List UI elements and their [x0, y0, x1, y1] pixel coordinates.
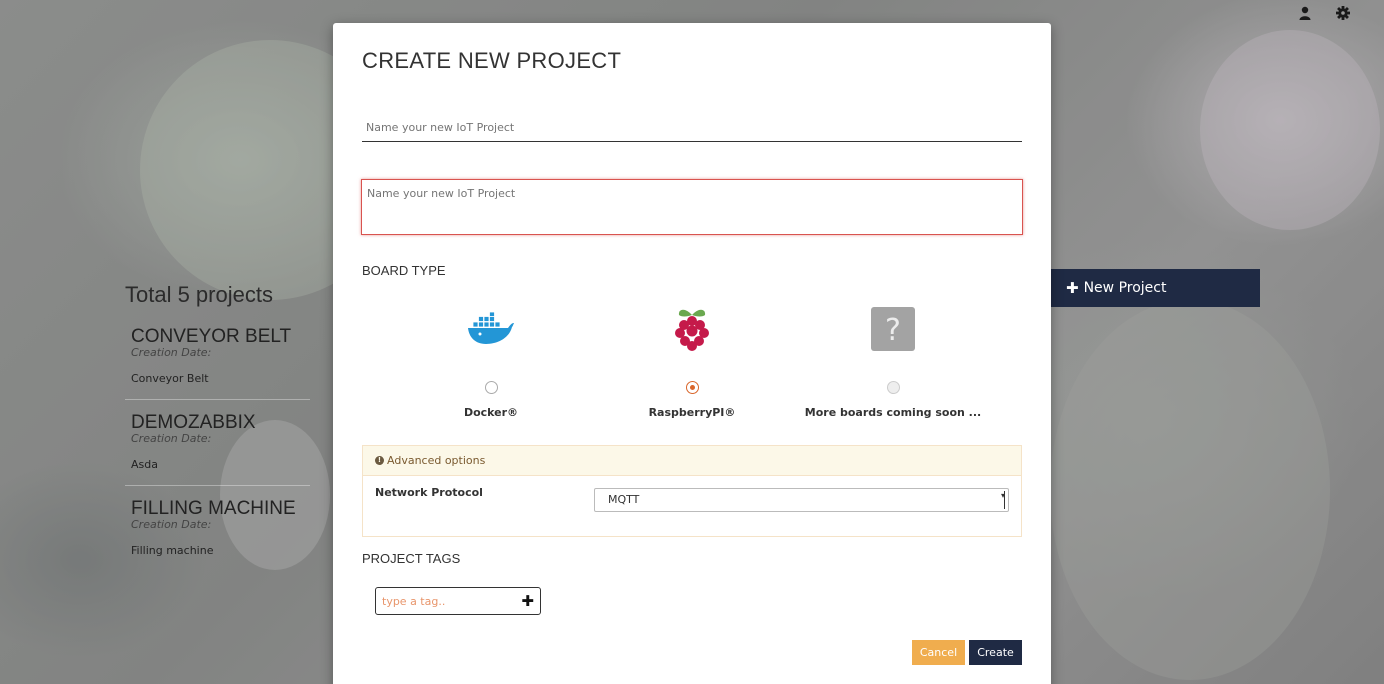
gear-icon[interactable] [1335, 5, 1351, 21]
total-projects: Total 5 projects [125, 282, 273, 307]
project-item[interactable]: DEMOZABBIX Creation Date: Asda [125, 412, 310, 486]
tag-input[interactable]: type a tag.. ✚ [375, 587, 541, 615]
project-description: Conveyor Belt [131, 372, 209, 385]
advanced-options-header[interactable]: ! Advanced options [363, 446, 1021, 476]
new-project-label: New Project [1083, 280, 1167, 296]
question-icon: ? [793, 304, 993, 354]
advanced-options-panel: ! Advanced options Network Protocol MQTT… [362, 445, 1022, 537]
chevron-down-icon: ▾ [1000, 491, 1006, 509]
project-item[interactable]: CONVEYOR BELT Creation Date: Conveyor Be… [125, 326, 310, 400]
docker-radio[interactable] [484, 381, 498, 394]
network-protocol-select[interactable]: MQTT ▾ [594, 488, 1009, 512]
project-description: Asda [131, 458, 158, 471]
more-boards-label: More boards coming soon ... [804, 406, 982, 419]
cancel-button[interactable]: Cancel [912, 640, 965, 665]
tag-input-placeholder: type a tag.. [382, 594, 446, 608]
project-name: FILLING MACHINE [131, 498, 296, 519]
project-tags-label: PROJECT TAGS [362, 551, 461, 566]
modal-title: CREATE NEW PROJECT [362, 48, 622, 73]
project-name-input[interactable] [362, 113, 1022, 142]
add-tag-icon[interactable]: ✚ [521, 592, 534, 610]
project-name: DEMOZABBIX [131, 412, 256, 433]
project-description-input[interactable] [361, 179, 1023, 235]
board-option-raspberrypi[interactable]: RaspberryPI® [592, 304, 792, 419]
create-project-modal: CREATE NEW PROJECT BOARD TYPE Docker® [333, 23, 1051, 684]
docker-label: Docker® [463, 406, 519, 419]
more-boards-radio [886, 381, 900, 394]
board-type-label: BOARD TYPE [362, 263, 446, 278]
create-button[interactable]: Create [969, 640, 1022, 665]
info-icon: ! [375, 456, 384, 465]
board-option-docker[interactable]: Docker® [391, 304, 591, 419]
plus-icon: ✚ [1066, 279, 1079, 297]
new-project-button[interactable]: ✚ New Project [1051, 269, 1260, 307]
svg-text:?: ? [885, 313, 901, 348]
board-option-more: ? More boards coming soon ... [793, 304, 993, 419]
network-protocol-value: MQTT [608, 493, 640, 506]
project-item[interactable]: FILLING MACHINE Creation Date: Filling m… [125, 498, 310, 571]
user-icon[interactable] [1297, 5, 1313, 21]
raspberrypi-label: RaspberryPI® [648, 406, 736, 419]
project-name: CONVEYOR BELT [131, 326, 292, 347]
raspberry-pi-icon [592, 304, 792, 354]
project-listing: Total 5 projects CONVEYOR BELT Creation … [125, 282, 310, 583]
project-description: Filling machine [131, 544, 214, 557]
docker-icon [391, 304, 591, 354]
advanced-options-label: Advanced options [387, 454, 486, 467]
raspberrypi-radio[interactable] [685, 381, 699, 394]
network-protocol-label: Network Protocol [375, 486, 483, 499]
top-icons [1297, 5, 1351, 21]
